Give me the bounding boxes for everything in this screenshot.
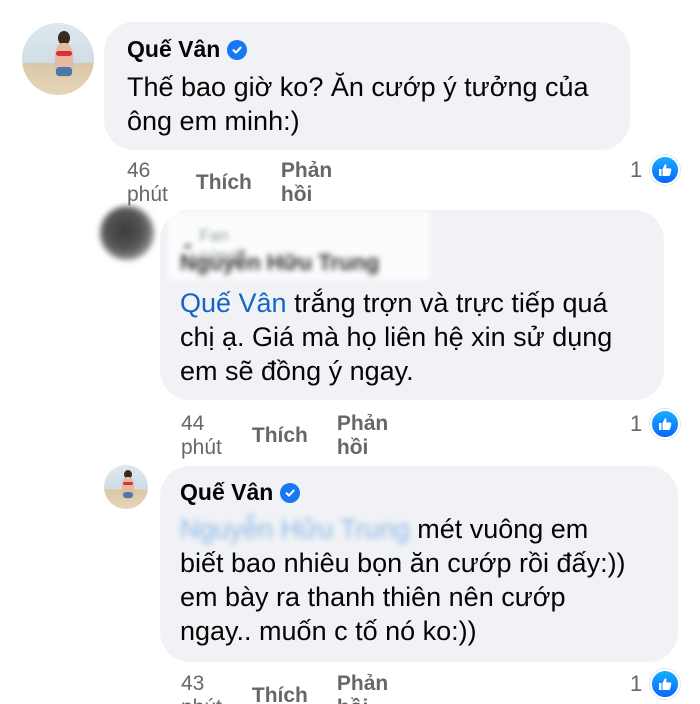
reply-button[interactable]: Phản hồi — [281, 159, 332, 207]
comment-line: chị ạ. Giá mà họ liên hệ xin sử dụng — [180, 322, 613, 352]
comment-author[interactable]: Quế Vân — [180, 479, 301, 506]
like-button[interactable]: Thích — [196, 171, 252, 195]
mention-link[interactable]: Nguyễn Hữu Trung — [180, 514, 410, 544]
comment-text: Quế Vân trắng trợn và trực tiếp quá chị … — [180, 286, 650, 388]
comment-line-text: mét vuông em — [409, 514, 589, 544]
comment-actions: 44 phút Thích Phản hồi — [181, 412, 388, 460]
comment-actions: 46 phút Thích Phản hồi — [127, 159, 332, 207]
comment-line: Thế bao giờ ko? Ăn cướp ý tưởng của — [127, 72, 589, 102]
comment-author[interactable]: Quế Vân — [127, 36, 248, 63]
reaction-summary[interactable]: 1 — [630, 155, 681, 185]
like-button[interactable]: Thích — [252, 684, 308, 704]
comment-line: ngay.. muốn c tố nó ko:)) — [180, 616, 477, 646]
reaction-count: 1 — [630, 671, 643, 696]
reaction-count: 1 — [630, 411, 643, 436]
like-icon — [650, 155, 681, 185]
comment-line: ông em minh:) — [127, 106, 300, 136]
like-icon — [650, 409, 681, 439]
avatar[interactable] — [100, 206, 154, 260]
comment-time[interactable]: 44 phút — [181, 412, 222, 460]
author-name[interactable]: Quế Vân — [127, 36, 220, 63]
comment-line-text: trắng trợn và trực tiếp quá — [286, 288, 608, 318]
comment-line: biết bao nhiêu bọn ăn cướp rồi đấy:)) — [180, 548, 626, 578]
like-button[interactable]: Thích — [252, 424, 308, 448]
mention-link[interactable]: Quế Vân — [180, 288, 287, 318]
comment-actions: 43 phút Thích Phản hồi — [181, 672, 388, 704]
author-name[interactable]: Nguyễn Hữu Trung — [180, 250, 379, 276]
comment-text: Nguyễn Hữu Trung mét vuông em biết bao n… — [180, 512, 670, 648]
reaction-count: 1 — [630, 157, 643, 182]
comment-text: Thế bao giờ ko? Ăn cướp ý tưởng của ông … — [127, 70, 617, 138]
comment-line: em sẽ đồng ý ngay. — [180, 356, 414, 386]
comment-line: em bày ra thanh thiên nên cướp — [180, 582, 566, 612]
verified-badge-icon — [280, 482, 301, 503]
reaction-summary[interactable]: 1 — [630, 409, 681, 439]
like-icon — [650, 669, 681, 699]
reaction-summary[interactable]: 1 — [630, 669, 681, 699]
verified-badge-icon — [227, 39, 248, 60]
comment-time[interactable]: 43 phút — [181, 672, 222, 704]
reply-button[interactable]: Phản hồi — [337, 412, 388, 460]
avatar[interactable] — [104, 465, 148, 509]
comment-time[interactable]: 46 phút — [127, 159, 168, 207]
author-name[interactable]: Quế Vân — [180, 479, 273, 506]
reply-button[interactable]: Phản hồi — [337, 672, 388, 704]
comment-line: Quế Vân trắng trợn và trực tiếp quá — [180, 286, 650, 320]
comment-line: Nguyễn Hữu Trung mét vuông em — [180, 512, 670, 546]
avatar[interactable] — [22, 23, 94, 95]
